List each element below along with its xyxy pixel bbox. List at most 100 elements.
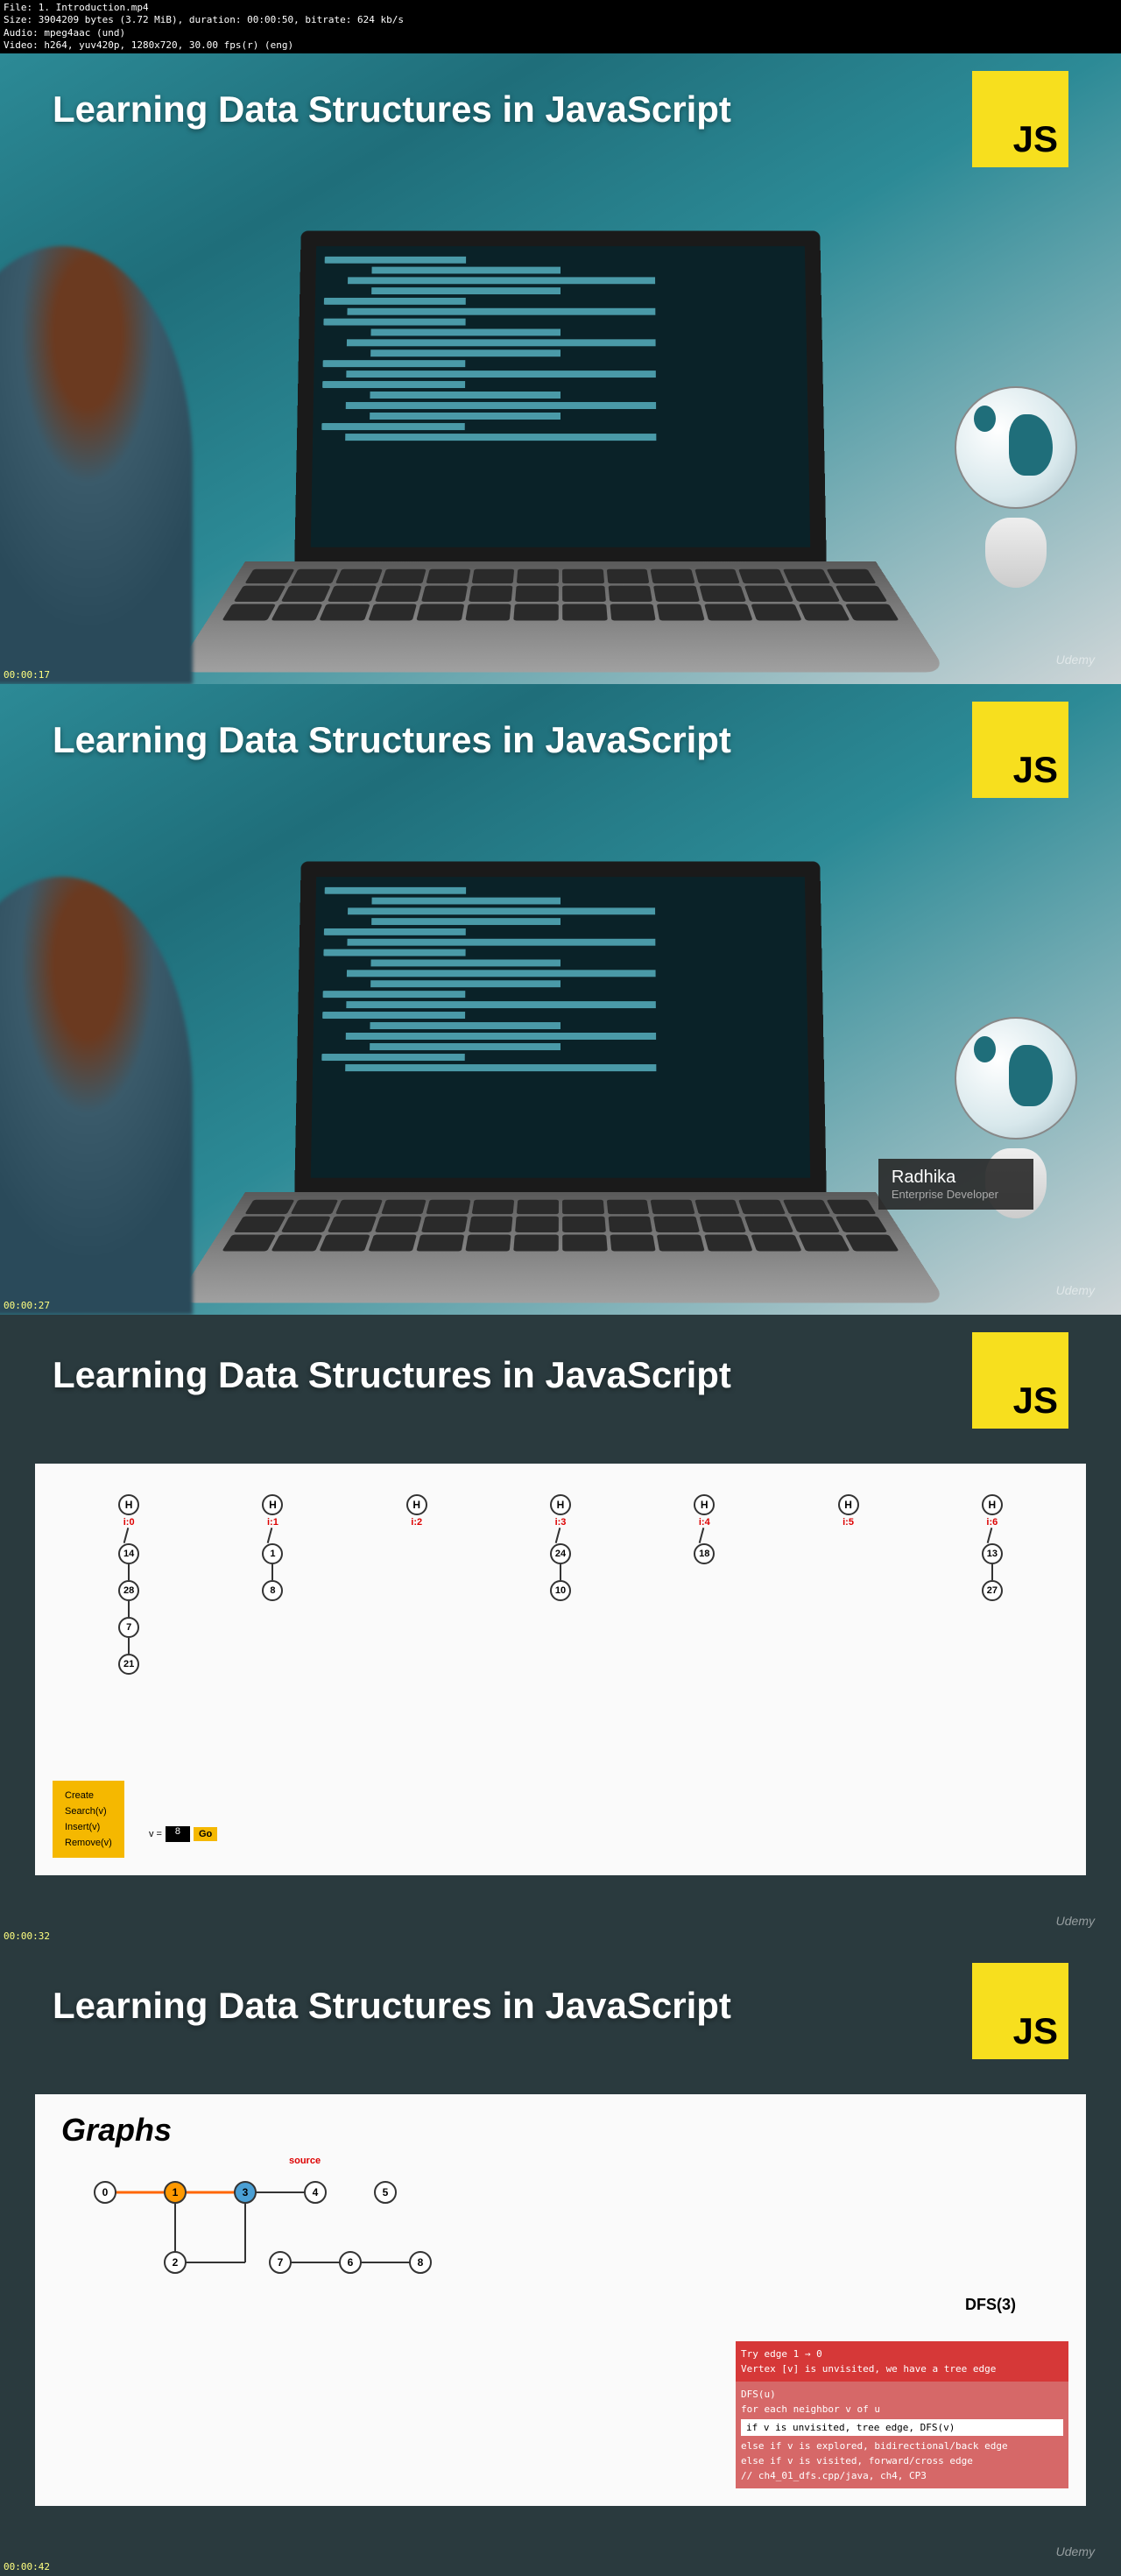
- bucket: Hi:3 24 10: [550, 1494, 571, 1675]
- bucket: Hi:2: [406, 1494, 427, 1675]
- bucket: Hi:4 18: [694, 1494, 715, 1675]
- head-node: H: [694, 1494, 715, 1515]
- info-audio: Audio: mpeg4aac (und): [4, 27, 1117, 39]
- media-info: File: 1. Introduction.mp4 Size: 3904209 …: [0, 0, 1121, 53]
- chain-node: 28: [118, 1580, 139, 1601]
- action-menu[interactable]: CreateSearch(v)Insert(v)Remove(v): [53, 1781, 124, 1858]
- udemy-watermark: Udemy: [1056, 2544, 1095, 2558]
- head-node: H: [118, 1494, 139, 1515]
- bucket-index: i:3: [555, 1517, 567, 1528]
- bucket: Hi:1 1 8: [262, 1494, 283, 1675]
- bucket: Hi:5: [838, 1494, 859, 1675]
- bucket: Hi:6 13 27: [982, 1494, 1003, 1675]
- svg-text:4: 4: [313, 2186, 319, 2198]
- frame-3: Learning Data Structures in JavaScript J…: [0, 1315, 1121, 1945]
- bucket-index: i:6: [986, 1517, 998, 1528]
- graph-diagram: 0 1 2 3 4 5 7 6 8: [61, 2166, 499, 2324]
- instructor-card: Radhika Enterprise Developer: [878, 1159, 1033, 1210]
- svg-text:6: 6: [348, 2256, 354, 2269]
- chain-node: 7: [118, 1617, 139, 1638]
- chain-node: 13: [982, 1543, 1003, 1564]
- chain-node: 10: [550, 1580, 571, 1601]
- bucket-index: i:4: [699, 1517, 710, 1528]
- value-input-row: v = 8 Go: [149, 1826, 217, 1842]
- pseudo-line: // ch4_01_dfs.cpp/java, ch4, CP3: [741, 2468, 1063, 2483]
- course-title: Learning Data Structures in JavaScript: [53, 1985, 731, 2027]
- menu-item[interactable]: Create: [60, 1788, 117, 1803]
- pseudo-line: else if v is visited, forward/cross edge: [741, 2453, 1063, 2468]
- head-node: H: [406, 1494, 427, 1515]
- svg-text:1: 1: [173, 2186, 179, 2198]
- info-file: File: 1. Introduction.mp4: [4, 2, 1117, 14]
- pseudo-status: Try edge 1 → 0: [741, 2347, 1063, 2361]
- svg-text:5: 5: [383, 2186, 389, 2198]
- head-node: H: [982, 1494, 1003, 1515]
- udemy-watermark: Udemy: [1056, 1283, 1095, 1297]
- pseudo-status: Vertex [v] is unvisited, we have a tree …: [741, 2361, 1063, 2376]
- globe: [937, 1017, 1095, 1245]
- globe: [937, 386, 1095, 614]
- course-title: Learning Data Structures in JavaScript: [53, 719, 731, 761]
- visualizer-panel: Hi:01428721Hi:118Hi:2Hi:32410Hi:418Hi:5H…: [35, 1464, 1086, 1875]
- menu-item[interactable]: Remove(v): [60, 1835, 117, 1851]
- head-node: H: [262, 1494, 283, 1515]
- js-logo: JS: [972, 702, 1068, 798]
- source-label: source: [289, 2156, 321, 2166]
- info-size: Size: 3904209 bytes (3.72 MiB), duration…: [4, 14, 1117, 26]
- timestamp: 00:00:17: [4, 669, 50, 681]
- udemy-watermark: Udemy: [1056, 1914, 1095, 1928]
- person-silhouette: [0, 877, 193, 1315]
- pseudo-line: else if v is explored, bidirectional/bac…: [741, 2438, 1063, 2453]
- chain-node: 27: [982, 1580, 1003, 1601]
- svg-text:3: 3: [243, 2186, 249, 2198]
- pseudo-line: if v is unvisited, tree edge, DFS(v): [741, 2419, 1063, 2436]
- course-title: Learning Data Structures in JavaScript: [53, 1354, 731, 1396]
- pseudo-line: for each neighbor v of u: [741, 2402, 1063, 2417]
- bucket-index: i:2: [411, 1517, 422, 1528]
- instructor-name: Radhika: [892, 1168, 998, 1188]
- frame-2: Learning Data Structures in JavaScript J…: [0, 684, 1121, 1315]
- svg-text:2: 2: [173, 2256, 179, 2269]
- timestamp: 00:00:27: [4, 1300, 50, 1311]
- visualizer-panel: Graphs 0 1 2 3 4 5 7 6 8 source DFS(3) T…: [35, 2094, 1086, 2506]
- laptop: [245, 229, 876, 684]
- bucket-index: i:0: [123, 1517, 135, 1528]
- frame-1: Learning Data Structures in JavaScript J…: [0, 53, 1121, 684]
- head-node: H: [838, 1494, 859, 1515]
- course-title: Learning Data Structures in JavaScript: [53, 88, 731, 131]
- svg-text:8: 8: [418, 2256, 424, 2269]
- timestamp: 00:00:32: [4, 1930, 50, 1942]
- value-input[interactable]: 8: [166, 1826, 190, 1842]
- bucket-index: i:5: [843, 1517, 854, 1528]
- instructor-role: Enterprise Developer: [892, 1188, 998, 1201]
- chain-node: 18: [694, 1543, 715, 1564]
- head-node: H: [550, 1494, 571, 1515]
- go-button[interactable]: Go: [194, 1827, 217, 1841]
- dfs-label: DFS(3): [965, 2296, 1016, 2314]
- chain-node: 8: [262, 1580, 283, 1601]
- menu-item[interactable]: Insert(v): [60, 1819, 117, 1835]
- chain-node: 21: [118, 1654, 139, 1675]
- chain-node: 24: [550, 1543, 571, 1564]
- frame-4: Learning Data Structures in JavaScript J…: [0, 1945, 1121, 2576]
- svg-text:7: 7: [278, 2256, 284, 2269]
- js-logo: JS: [972, 1963, 1068, 2059]
- chain-node: 1: [262, 1543, 283, 1564]
- timestamp: 00:00:42: [4, 2561, 50, 2572]
- bucket-index: i:1: [267, 1517, 278, 1528]
- menu-item[interactable]: Search(v): [60, 1803, 117, 1819]
- js-logo: JS: [972, 71, 1068, 167]
- info-video: Video: h264, yuv420p, 1280x720, 30.00 fp…: [4, 39, 1117, 52]
- laptop: [245, 859, 876, 1315]
- pseudocode-panel: Try edge 1 → 0Vertex [v] is unvisited, w…: [736, 2341, 1068, 2488]
- bucket: Hi:0 14 28 7 21: [118, 1494, 139, 1675]
- pseudo-title: DFS(u): [741, 2387, 1063, 2402]
- udemy-watermark: Udemy: [1056, 653, 1095, 667]
- graphs-heading: Graphs: [61, 2112, 1060, 2149]
- person-silhouette: [0, 246, 193, 684]
- hash-table-row: Hi:01428721Hi:118Hi:2Hi:32410Hi:418Hi:5H…: [57, 1494, 1064, 1675]
- input-label: v =: [149, 1829, 162, 1839]
- js-logo: JS: [972, 1332, 1068, 1429]
- svg-text:0: 0: [102, 2186, 109, 2198]
- chain-node: 14: [118, 1543, 139, 1564]
